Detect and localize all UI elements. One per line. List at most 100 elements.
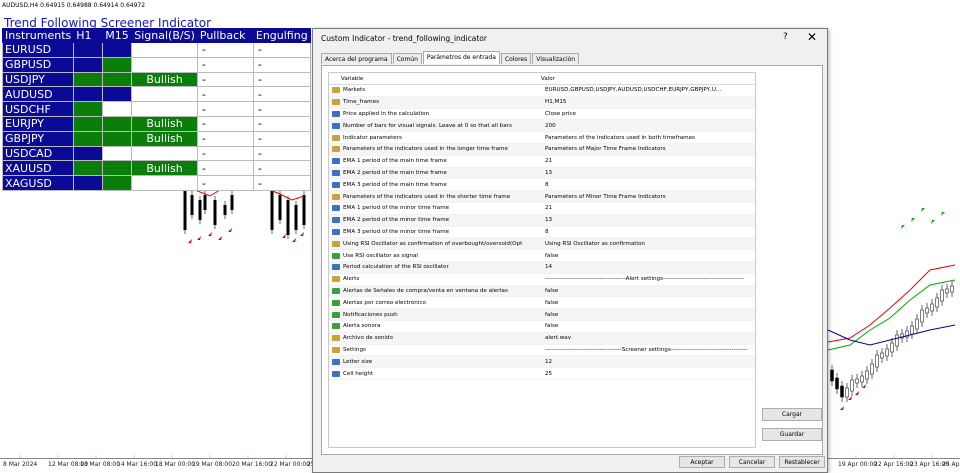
parameter-row[interactable]: Markets EURUSD,GBPUSD,USDJPY,AUDUSD,USDCH… [329,85,755,97]
parameter-row[interactable]: Use RSI oscillator as signal false [329,250,755,262]
m15-trend-cell [102,56,133,73]
parameter-row[interactable]: EMA 2 period of the minor time frame 13 [329,214,755,227]
sell-arrow-icon [840,406,844,410]
bool-type-icon [332,252,340,259]
parameter-row[interactable]: Period calculation of the RSI oscillator… [329,261,755,274]
parameter-value[interactable]: Using RSI Oscillator as confirmation [543,241,755,247]
reset-button[interactable]: Restablecer [779,456,825,468]
candle-body [865,370,869,380]
parameter-value[interactable]: EURUSD,GBPUSD,USDJPY,AUDUSD,USDCHF,EURJP… [543,87,755,93]
parameter-value[interactable]: --------------------------------------Sc… [543,347,755,353]
screener-row: USDCHF - - [1,101,311,117]
accept-button[interactable]: Aceptar [679,456,725,468]
parameter-value[interactable]: ----------------------------------------… [543,276,755,282]
parameter-row[interactable]: Number of bars for visual signals. Leave… [329,120,755,133]
candle-body [945,288,949,294]
parameter-row[interactable]: Parameters of the indicators used in the… [329,143,755,156]
instrument-cell: EURJPY [1,115,75,132]
parameter-value[interactable]: Close price [543,111,755,117]
num-type-icon [332,181,340,188]
parameter-name: Markets [343,87,366,94]
parameter-value[interactable]: false [543,253,755,259]
parameter-row[interactable]: Alerta sonora false [329,321,755,333]
parameter-value[interactable]: Parameters of Major Time Frame Indicator… [543,146,755,152]
tab-3[interactable]: Colores [500,53,532,64]
help-icon[interactable]: ? [783,32,788,42]
close-icon[interactable]: ✕ [807,30,817,44]
signal-cell [131,175,198,191]
parameter-row[interactable]: Parameters of the indicators used in the… [329,191,755,203]
parameter-row[interactable]: EMA 3 period of the minor time frame 8 [329,227,755,239]
parameter-row[interactable]: Cell height 25 [329,368,755,380]
parameter-value[interactable]: 13 [543,170,755,176]
parameter-value[interactable]: false [543,323,755,329]
parameter-row[interactable]: Alertas por correo electrónico false [329,297,755,310]
parameter-value[interactable]: 21 [543,158,755,164]
screener-row: GBPJPY Bullish - - [1,130,311,147]
ema-line [269,189,305,201]
parameter-value[interactable]: 200 [543,123,755,129]
engulfing-cell: - [252,71,311,88]
parameter-row[interactable]: Archivo de sonido alert.wav [329,332,755,345]
parameter-value[interactable]: Parameters of the indicators used in bot… [543,135,755,141]
load-button[interactable]: Cargar [762,408,822,421]
tab-0[interactable]: Acerca del programa [321,53,392,64]
m15-trend-cell [102,101,133,117]
num-type-icon [332,264,340,271]
parameter-name: Alerta sonora [343,323,381,330]
parameter-name: EMA 1 period of the main time frame [343,158,447,165]
parameter-name: Alertas de Señales de compra/venta en ve… [343,287,508,294]
parameter-row[interactable]: Notificaciones push false [329,309,755,321]
pullback-cell: - [196,145,254,162]
tab-4[interactable]: Visualización [532,53,580,64]
parameter-name: Alertas por correo electrónico [343,299,426,306]
instrument-cell: USDCHF [1,101,75,117]
parameter-row[interactable]: Indicator parameters Parameters of the in… [329,132,755,144]
parameter-row[interactable]: Using RSI Oscillator as confirmation of … [329,238,755,251]
parameter-row[interactable]: EMA 1 period of the minor time frame 21 [329,203,755,215]
save-button[interactable]: Guardar [762,428,822,441]
parameter-row[interactable]: Alertas de Señales de compra/venta en ve… [329,285,755,298]
parameter-value[interactable]: false [543,300,755,306]
signal-cell [131,86,198,103]
tab-2[interactable]: Parámetros de entrada [422,51,500,64]
indicator-dialog: Custom Indicator - trend_following_indic… [312,28,828,473]
parameter-row[interactable]: EMA 2 period of the main time frame 13 [329,167,755,180]
parameter-value[interactable]: 12 [543,359,755,365]
parameter-row[interactable]: Letter size 12 [329,356,755,369]
bool-type-icon [332,299,340,306]
parameter-value[interactable]: false [543,288,755,294]
parameter-value[interactable]: 14 [543,264,755,270]
tab-1[interactable]: Común [392,53,422,64]
parameter-name: EMA 3 period of the minor time frame [343,228,450,235]
engulfing-cell: - [252,160,311,177]
h1-trend-cell [73,56,104,73]
sell-arrow-icon [862,384,866,388]
parameter-value[interactable]: 8 [543,229,755,235]
ab-type-icon [332,335,340,342]
parameter-row[interactable]: EMA 1 period of the main time frame 21 [329,156,755,168]
parameter-value[interactable]: false [543,312,755,318]
pullback-cell: - [196,101,254,117]
parameter-value[interactable]: 21 [543,205,755,211]
ab-type-icon [332,146,340,153]
parameter-value[interactable]: Parameters of Minor Time Frame Indicator… [543,194,755,200]
parameter-value[interactable]: 25 [543,371,755,377]
parameter-row[interactable]: Price applied in the calculation Close pr… [329,109,755,121]
parameter-row[interactable]: EMA 3 period of the main time frame 8 [329,179,755,192]
parameter-name: Number of bars for visual signals. Leave… [343,122,512,129]
parameter-value[interactable]: alert.wav [543,335,755,341]
parameter-value[interactable]: 8 [543,182,755,188]
parameter-row[interactable]: Time_frames H1,M15 [329,96,755,109]
variable-column-header[interactable]: Variable [329,76,539,82]
num-type-icon [332,370,340,377]
parameter-value[interactable]: 13 [543,217,755,223]
parameter-value[interactable]: H1,M15 [543,99,755,105]
parameter-row[interactable]: Settings --------------------------------… [329,345,755,357]
time-axis-label: 13 Mar 08:00 [80,461,121,468]
parameter-row[interactable]: Alerts ----------------------------------… [329,274,755,286]
cancel-button[interactable]: Cancelar [729,456,775,468]
value-column-header[interactable]: Valor [539,76,555,82]
time-axis-label: 20 Mar 16:00 [232,461,273,468]
candle-body [950,285,954,293]
